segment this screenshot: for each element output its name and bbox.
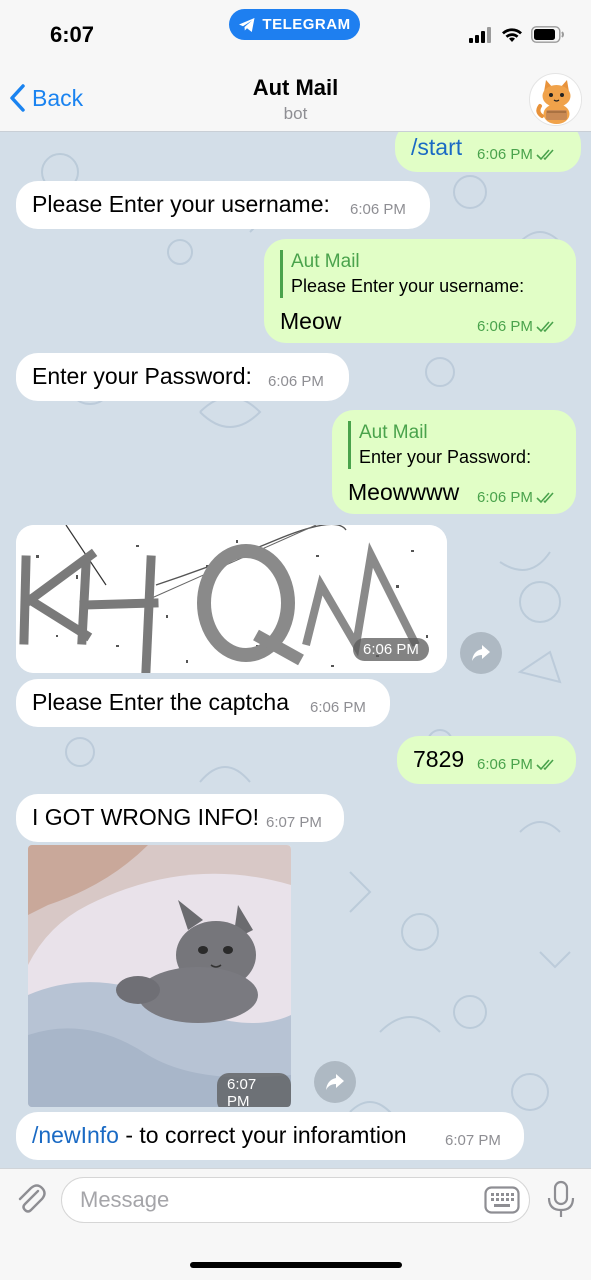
message-text: /newInfo - to correct your inforamtion <box>32 1122 407 1149</box>
incoming-message[interactable]: Please Enter your username: 6:06 PM <box>16 181 430 229</box>
reply-author: Aut Mail <box>359 422 428 443</box>
keyboard-toggle-button[interactable] <box>484 1186 520 1214</box>
message-input[interactable] <box>61 1177 530 1223</box>
double-check-icon <box>536 491 554 503</box>
double-check-icon <box>536 148 554 160</box>
message-text: 7829 <box>413 746 465 772</box>
incoming-message[interactable]: /newInfo - to correct your inforamtion 6… <box>16 1112 524 1160</box>
message-text: Meowwww <box>348 479 460 505</box>
message-time: 6:06 PM <box>477 146 558 163</box>
return-to-telegram-pill[interactable]: TELEGRAM <box>229 9 360 40</box>
message-text-rest: - to correct your inforamtion <box>118 1122 407 1148</box>
share-icon <box>326 1074 344 1090</box>
image-time: 6:06 PM <box>353 638 429 661</box>
message-text: Please Enter your username: <box>32 191 330 217</box>
message-time: 6:06 PM <box>477 756 558 773</box>
reply-quote[interactable]: Aut Mail Enter your Password: <box>348 421 531 469</box>
reply-text: Enter your Password: <box>359 447 532 467</box>
message-time: 6:06 PM <box>477 489 558 506</box>
reply-text: Please Enter your username: <box>291 276 525 296</box>
status-time: 6:07 <box>50 22 95 47</box>
status-bar: 6:07 TELEGRAM <box>0 0 591 64</box>
attach-icon <box>18 1184 46 1213</box>
outgoing-reply-message[interactable]: Aut Mail Enter your Password: Meowwww 6:… <box>332 410 576 514</box>
status-icons <box>469 26 565 43</box>
message-list[interactable]: /start 6:06 PM Please Enter your usernam… <box>0 132 591 1168</box>
reply-author: Aut Mail <box>291 251 360 272</box>
double-check-icon <box>536 320 554 332</box>
share-button[interactable] <box>460 632 502 674</box>
message-time: 6:07 PM <box>445 1132 501 1149</box>
message-text: I GOT WRONG INFO! <box>32 804 260 830</box>
chat-subtitle: bot <box>283 104 308 123</box>
chat-title[interactable]: Aut Mail <box>0 75 591 101</box>
message-time: 6:06 PM <box>477 318 558 335</box>
battery-icon <box>531 26 564 43</box>
message-text: Please Enter the captcha <box>32 689 289 715</box>
share-button[interactable] <box>314 1061 356 1103</box>
reply-quote[interactable]: Aut Mail Please Enter your username: <box>280 250 524 298</box>
message-text: Meow <box>280 308 342 334</box>
telegram-icon <box>239 17 255 32</box>
message-time-label: 6:06 PM <box>477 146 533 163</box>
keyboard-icon <box>484 1186 520 1214</box>
voice-record-button[interactable] <box>546 1180 576 1220</box>
outgoing-reply-message[interactable]: Aut Mail Please Enter your username: Meo… <box>264 239 576 343</box>
telegram-pill-label: TELEGRAM <box>262 16 351 33</box>
outgoing-message[interactable]: 7829 6:06 PM <box>397 736 576 784</box>
message-time-label: 6:06 PM <box>477 318 533 335</box>
wifi-icon <box>502 27 522 42</box>
message-time: 6:06 PM <box>268 373 324 390</box>
outgoing-message[interactable]: /start 6:06 PM <box>395 132 581 172</box>
incoming-message[interactable]: I GOT WRONG INFO! 6:07 PM <box>16 794 344 842</box>
cat-photo[interactable] <box>28 845 291 1107</box>
share-icon <box>472 645 490 661</box>
message-time: 6:06 PM <box>310 699 366 716</box>
signal-icon <box>469 26 491 43</box>
captcha-image-message[interactable]: 6:06 PM <box>16 525 447 673</box>
message-time: 6:06 PM <box>350 201 406 218</box>
chat-header: Back Aut Mail bot <box>0 64 591 132</box>
image-time: 6:07 PM <box>217 1073 291 1107</box>
command-link[interactable]: /newInfo <box>32 1122 119 1148</box>
incoming-message[interactable]: Please Enter the captcha 6:06 PM <box>16 679 390 727</box>
cat-photo-message[interactable]: 6:07 PM <box>28 845 291 1107</box>
message-text[interactable]: /start <box>411 134 462 161</box>
message-time-label: 6:06 PM <box>477 756 533 773</box>
message-time: 6:07 PM <box>266 814 322 831</box>
microphone-icon <box>547 1180 575 1217</box>
message-time-label: 6:06 PM <box>477 489 533 506</box>
attach-button[interactable] <box>14 1182 48 1216</box>
message-text: Enter your Password: <box>32 363 252 389</box>
incoming-message[interactable]: Enter your Password: 6:06 PM <box>16 353 349 401</box>
bot-avatar[interactable] <box>529 73 582 126</box>
home-indicator <box>190 1262 402 1268</box>
double-check-icon <box>536 758 554 770</box>
cat-avatar-icon <box>530 74 581 125</box>
